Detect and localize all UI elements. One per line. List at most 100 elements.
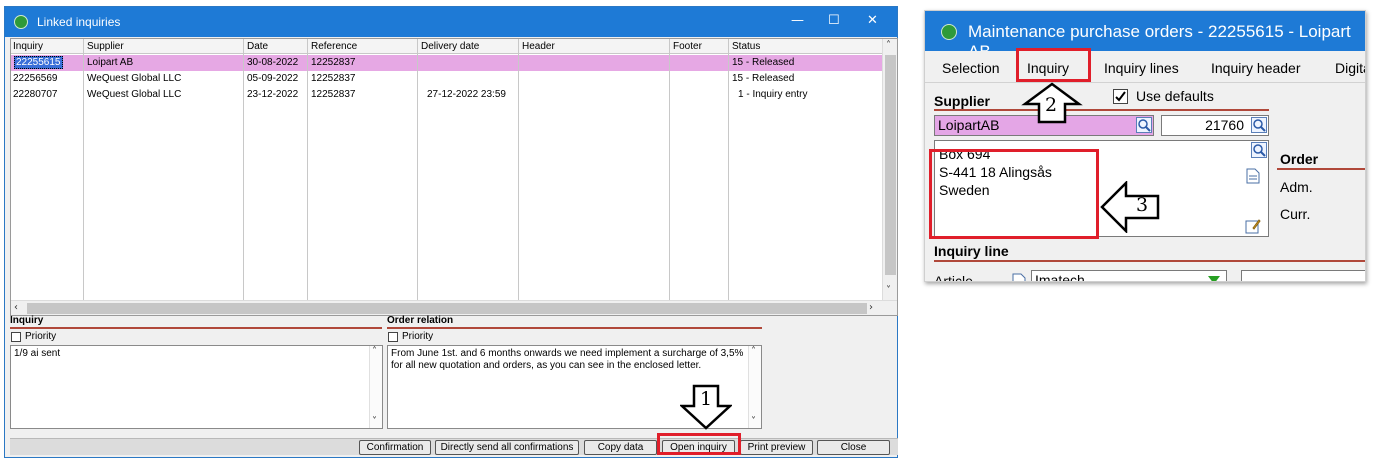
cell-supplier: Loipart AB bbox=[87, 57, 134, 68]
scroll-down-icon[interactable]: ˅ bbox=[886, 285, 891, 296]
callout-number-2: 2 bbox=[1045, 94, 1058, 116]
highlight-inquiry-tab bbox=[1016, 48, 1091, 82]
window-title: Linked inquiries bbox=[37, 15, 121, 29]
order-section-title: Order bbox=[1280, 151, 1319, 167]
table-row[interactable]: 22255615 Loipart AB 30-08-2022 12252837 … bbox=[11, 55, 883, 71]
memo-scrollbar[interactable]: ˄ ˅ bbox=[369, 346, 382, 428]
article-description-field[interactable] bbox=[1241, 270, 1365, 281]
order-relation-memo-text: From June 1st. and 6 months onwards we n… bbox=[391, 348, 744, 371]
table-header: Inquiry Supplier Date Reference Delivery… bbox=[11, 39, 883, 54]
curr-label: Curr. bbox=[1280, 206, 1311, 222]
app-logo-icon bbox=[941, 24, 957, 40]
col-header-header[interactable]: Header bbox=[520, 39, 666, 54]
col-header-inquiry[interactable]: Inquiry bbox=[11, 39, 81, 54]
article-value: Imatech bbox=[1035, 272, 1085, 282]
cell-status: 15 - Released bbox=[732, 57, 795, 68]
scroll-right-icon[interactable]: › bbox=[869, 302, 873, 313]
title-bar: Linked inquiries — ☐ ✕ bbox=[5, 7, 897, 37]
lookup-icon[interactable] bbox=[1251, 117, 1267, 133]
column-divider bbox=[243, 39, 244, 301]
checkmark-icon bbox=[1115, 91, 1126, 102]
cell-date: 30-08-2022 bbox=[247, 57, 299, 68]
highlight-address bbox=[929, 149, 1099, 239]
column-divider bbox=[307, 39, 308, 301]
table-row[interactable]: 22280707 WeQuest Global LLC 23-12-2022 1… bbox=[11, 87, 883, 103]
col-header-footer[interactable]: Footer bbox=[671, 39, 727, 54]
section-divider bbox=[1277, 168, 1365, 170]
order-relation-section-title: Order relation bbox=[387, 315, 454, 326]
maintenance-purchase-orders-window: Maintenance purchase orders - 22255615 -… bbox=[924, 10, 1366, 282]
article-label: Article bbox=[934, 273, 973, 282]
use-defaults-label: Use defaults bbox=[1136, 88, 1214, 104]
edit-note-icon[interactable] bbox=[1245, 218, 1261, 234]
print-preview-button[interactable]: Print preview bbox=[740, 440, 813, 455]
order-relation-priority-checkbox[interactable] bbox=[388, 332, 398, 342]
tab-selection[interactable]: Selection bbox=[942, 60, 1000, 76]
cell-supplier: WeQuest Global LLC bbox=[87, 73, 182, 84]
col-header-supplier[interactable]: Supplier bbox=[85, 39, 235, 54]
scroll-up-icon[interactable]: ˄ bbox=[751, 346, 756, 358]
scroll-down-icon[interactable]: ˅ bbox=[751, 416, 756, 428]
column-divider bbox=[417, 39, 418, 301]
dropdown-arrow-icon[interactable] bbox=[1208, 276, 1220, 282]
copy-data-button[interactable]: Copy data bbox=[584, 440, 657, 455]
minimize-button[interactable]: — bbox=[791, 13, 804, 28]
inquiry-priority-checkbox[interactable] bbox=[11, 332, 21, 342]
tab-digita[interactable]: Digita bbox=[1335, 60, 1365, 76]
confirmation-button[interactable]: Confirmation bbox=[359, 440, 431, 455]
supplier-name-value: LoipartAB bbox=[938, 117, 1000, 133]
tab-bar: Selection Inquiry Inquiry lines Inquiry … bbox=[925, 51, 1365, 83]
supplier-section-title: Supplier bbox=[934, 93, 991, 109]
inquiry-section-title: Inquiry bbox=[10, 315, 44, 326]
supplier-number-value: 21760 bbox=[1205, 117, 1244, 133]
document-icon[interactable] bbox=[1011, 273, 1027, 282]
tab-inquiry-header[interactable]: Inquiry header bbox=[1211, 60, 1301, 76]
directly-send-all-confirmations-button[interactable]: Directly send all confirmations bbox=[435, 440, 579, 455]
tab-inquiry-lines[interactable]: Inquiry lines bbox=[1104, 60, 1179, 76]
cell-reference: 12252837 bbox=[311, 73, 356, 84]
scroll-up-icon[interactable]: ˄ bbox=[886, 40, 891, 51]
close-button[interactable]: Close bbox=[817, 440, 890, 455]
use-defaults-checkbox[interactable] bbox=[1113, 89, 1128, 104]
cell-date: 23-12-2022 bbox=[247, 89, 299, 100]
lookup-icon[interactable] bbox=[1136, 117, 1152, 133]
article-field[interactable]: Imatech bbox=[1031, 270, 1227, 282]
horizontal-scrollbar[interactable]: ‹ › bbox=[11, 300, 897, 315]
cell-inquiry[interactable]: 22255615 bbox=[14, 56, 63, 69]
inquiries-table: Inquiry Supplier Date Reference Delivery… bbox=[10, 38, 898, 316]
section-divider bbox=[934, 260, 1365, 262]
col-header-delivery-date[interactable]: Delivery date bbox=[419, 39, 515, 54]
col-header-date[interactable]: Date bbox=[245, 39, 305, 54]
left-arrow-callout-icon bbox=[1100, 181, 1160, 233]
scroll-left-icon[interactable]: ‹ bbox=[14, 302, 18, 313]
table-row[interactable]: 22256569 WeQuest Global LLC 05-09-2022 1… bbox=[11, 71, 883, 87]
section-divider bbox=[387, 327, 762, 329]
scroll-up-icon[interactable]: ˄ bbox=[372, 346, 377, 358]
cell-date: 05-09-2022 bbox=[247, 73, 299, 84]
section-divider bbox=[934, 109, 1269, 111]
cell-status: 15 - Released bbox=[732, 73, 795, 84]
scroll-thumb[interactable] bbox=[885, 55, 896, 275]
app-logo-icon bbox=[14, 15, 28, 29]
maximize-button[interactable]: ☐ bbox=[828, 13, 840, 28]
cell-supplier: WeQuest Global LLC bbox=[87, 89, 182, 100]
cell-reference: 12252837 bbox=[311, 57, 356, 68]
memo-scrollbar[interactable]: ˄ ˅ bbox=[748, 346, 761, 428]
lookup-icon[interactable] bbox=[1251, 142, 1267, 158]
scroll-thumb[interactable] bbox=[27, 303, 867, 314]
inquiry-memo-text: 1/9 ai sent bbox=[14, 348, 61, 359]
vertical-scrollbar[interactable]: ˄ ˅ bbox=[882, 39, 897, 301]
scroll-down-icon[interactable]: ˅ bbox=[372, 416, 377, 428]
document-icon[interactable] bbox=[1245, 168, 1261, 184]
linked-inquiries-window: Linked inquiries — ☐ ✕ Inquiry Supplier … bbox=[4, 6, 898, 458]
highlight-open-inquiry bbox=[657, 433, 741, 455]
close-window-button[interactable]: ✕ bbox=[867, 13, 878, 28]
col-header-reference[interactable]: Reference bbox=[309, 39, 415, 54]
inquiry-memo-field[interactable]: 1/9 ai sent ˄ ˅ bbox=[10, 345, 383, 429]
order-relation-priority-label: Priority bbox=[402, 331, 434, 342]
col-header-status[interactable]: Status bbox=[730, 39, 880, 54]
callout-number-3: 3 bbox=[1136, 194, 1149, 216]
cell-delivery-date: 27-12-2022 23:59 bbox=[427, 89, 506, 100]
inquiry-line-section-title: Inquiry line bbox=[934, 243, 1009, 259]
cell-status: 1 - Inquiry entry bbox=[738, 89, 808, 100]
